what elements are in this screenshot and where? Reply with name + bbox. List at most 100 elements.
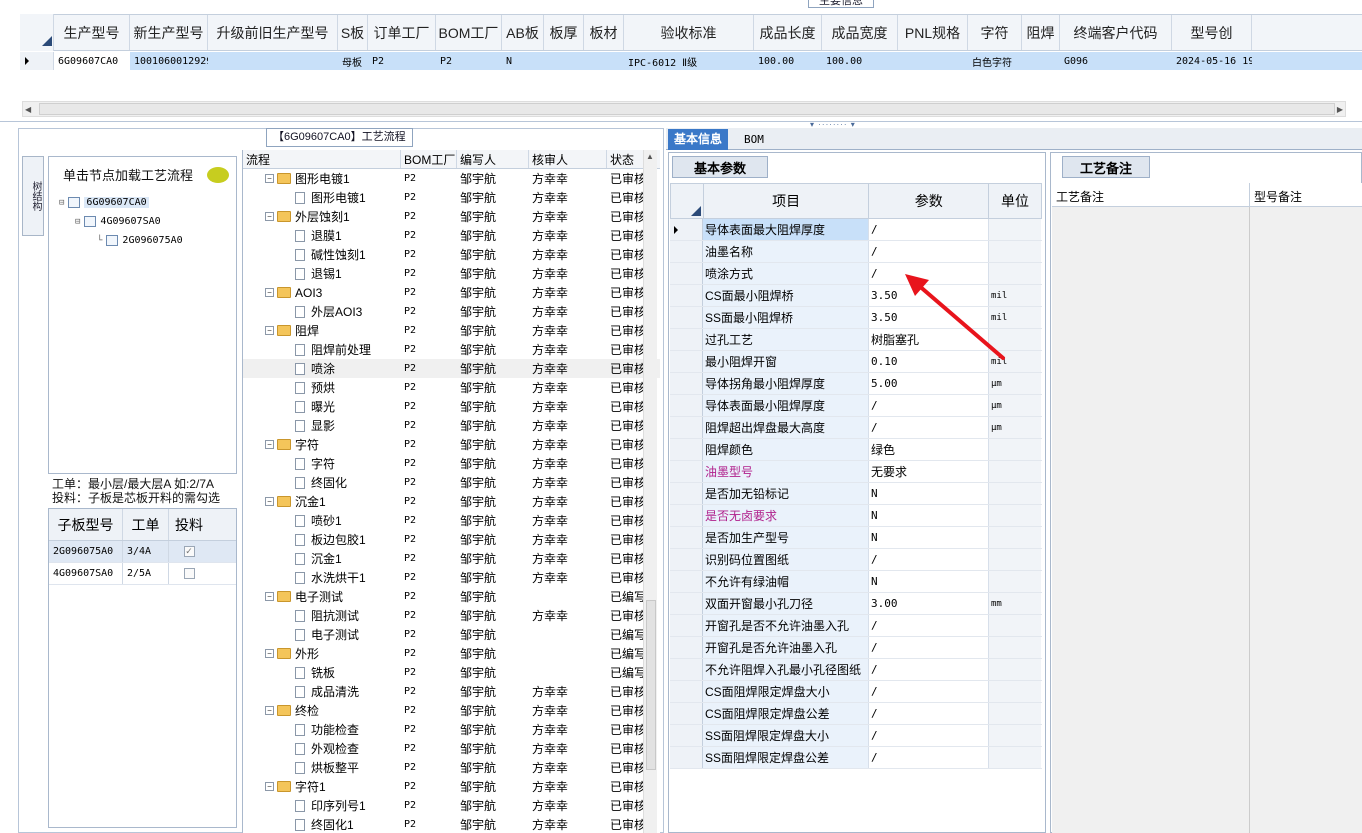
param-value[interactable]: / (869, 615, 989, 636)
top-cell[interactable]: 白色字符 (968, 52, 1022, 70)
flow-row[interactable]: 印序列号1 P2 邹宇航 方幸幸 已审核 (243, 796, 660, 815)
param-row[interactable]: SS面阻焊限定焊盘公差 / (670, 747, 1042, 769)
top-cell[interactable] (208, 52, 338, 70)
collapse-icon[interactable]: − (265, 326, 274, 335)
scroll-up-icon[interactable]: ▲ (646, 152, 654, 161)
flow-row[interactable]: 字符 P2 邹宇航 方幸幸 已审核 (243, 454, 660, 473)
param-value[interactable]: 无要求 (869, 461, 989, 482)
tab-bom[interactable]: BOM (738, 129, 770, 150)
collapse-icon[interactable]: − (265, 782, 274, 791)
param-value[interactable]: N (869, 571, 989, 592)
param-value[interactable]: 绿色 (869, 439, 989, 460)
param-row[interactable]: 识别码位置图纸 / (670, 549, 1042, 571)
param-value[interactable]: / (869, 681, 989, 702)
flow-row[interactable]: 预烘 P2 邹宇航 方幸幸 已审核 (243, 378, 660, 397)
flow-row[interactable]: − 沉金1 P2 邹宇航 方幸幸 已审核 (243, 492, 660, 511)
tab-basic-info[interactable]: 基本信息 (668, 129, 729, 150)
param-row[interactable]: 是否加无铅标记 N (670, 483, 1042, 505)
param-value[interactable]: / (869, 637, 989, 658)
column-header[interactable]: 单位 (989, 184, 1041, 218)
param-value[interactable]: N (869, 505, 989, 526)
top-cell[interactable]: P2 (368, 52, 436, 70)
collapse-icon[interactable]: − (265, 212, 274, 221)
flow-row[interactable]: − 外层蚀刻1 P2 邹宇航 方幸幸 已审核 (243, 207, 660, 226)
param-row[interactable]: 阻焊超出焊盘最大高度 / μm (670, 417, 1042, 439)
collapse-icon[interactable]: − (265, 497, 274, 506)
tab-process-notes[interactable]: 工艺备注 (1062, 156, 1150, 178)
collapse-icon[interactable]: − (265, 288, 274, 297)
tab-basic-params[interactable]: 基本参数 (672, 156, 768, 178)
flow-row[interactable]: 外层AOI3 P2 邹宇航 方幸幸 已审核 (243, 302, 660, 321)
flow-row[interactable]: 碱性蚀刻1 P2 邹宇航 方幸幸 已审核 (243, 245, 660, 264)
column-header[interactable]: 投料 (169, 509, 209, 540)
param-row[interactable]: 不允许有绿油帽 N (670, 571, 1042, 593)
top-cell[interactable]: 100.00 (822, 52, 898, 70)
column-header[interactable]: 验收标准 (624, 15, 754, 50)
column-header[interactable]: 阻焊 (1022, 15, 1060, 50)
flow-row[interactable]: − 电子测试 P2 邹宇航 已编写 (243, 587, 660, 606)
column-header[interactable]: 新生产型号 (130, 15, 208, 50)
column-header[interactable]: AB板 (502, 15, 544, 50)
tree-structure-tab[interactable]: 树结构 (22, 156, 44, 236)
flow-row[interactable]: 曝光 P2 邹宇航 方幸幸 已审核 (243, 397, 660, 416)
param-row[interactable]: 阻焊颜色 绿色 (670, 439, 1042, 461)
param-row[interactable]: 是否无卤要求 N (670, 505, 1042, 527)
flow-row[interactable]: − 阻焊 P2 邹宇航 方幸幸 已审核 (243, 321, 660, 340)
feed-checkbox[interactable]: ✓ (183, 546, 195, 557)
sub-row[interactable]: 2G096075A0 3/4A ✓ (49, 541, 236, 563)
param-row[interactable]: 开窗孔是否允许油墨入孔 / (670, 637, 1042, 659)
column-header[interactable]: 状态 (607, 150, 645, 168)
param-value[interactable]: N (869, 527, 989, 548)
vertical-scrollbar[interactable]: ▲ (643, 150, 657, 833)
param-value[interactable]: / (869, 395, 989, 416)
chat-bubble-icon[interactable] (207, 167, 229, 183)
top-grid-row[interactable]: 6G09607CA010010600129292母板P2P2NIPC-6012 … (54, 52, 1362, 70)
param-value[interactable]: / (869, 747, 989, 768)
param-row[interactable]: 油墨名称 / (670, 241, 1042, 263)
column-header[interactable]: 参数 (869, 184, 990, 218)
flow-row[interactable]: 终固化1 P2 邹宇航 方幸幸 已审核 (243, 815, 660, 833)
sub-row[interactable]: 4G09607SA0 2/5A (49, 563, 236, 585)
column-header[interactable]: 成品宽度 (822, 15, 898, 50)
column-header[interactable]: 订单工厂 (368, 15, 436, 50)
top-cell[interactable]: 2024-05-16 19:0 (1172, 52, 1252, 70)
param-row[interactable]: 导体拐角最小阻焊厚度 5.00 μm (670, 373, 1042, 395)
param-row[interactable]: CS面阻焊限定焊盘公差 / (670, 703, 1042, 725)
param-value[interactable]: / (869, 659, 989, 680)
top-cell[interactable]: 6G09607CA0 (54, 52, 130, 70)
column-header[interactable]: 编写人 (457, 150, 529, 168)
column-header[interactable]: 工单 (123, 509, 169, 540)
tree-node-leaf[interactable]: └ 2G096075A0 (97, 235, 183, 246)
process-note-field[interactable] (1052, 207, 1250, 833)
top-cell[interactable]: G096 (1060, 52, 1172, 70)
column-header[interactable]: S板 (338, 15, 368, 50)
collapse-icon[interactable]: − (265, 440, 274, 449)
param-row[interactable]: 油墨型号 无要求 (670, 461, 1042, 483)
tree-node-child[interactable]: ⊟ 4G09607SA0 (75, 216, 161, 227)
param-value[interactable]: / (869, 725, 989, 746)
flow-row[interactable]: − 终检 P2 邹宇航 方幸幸 已审核 (243, 701, 660, 720)
param-value[interactable]: / (869, 703, 989, 724)
param-value[interactable]: / (869, 219, 989, 240)
flow-row[interactable]: 功能检查 P2 邹宇航 方幸幸 已审核 (243, 720, 660, 739)
top-cell[interactable] (584, 52, 624, 70)
param-value[interactable]: N (869, 483, 989, 504)
column-header[interactable]: BOM工厂 (401, 150, 457, 168)
collapse-icon[interactable]: − (265, 174, 274, 183)
collapse-icon[interactable]: − (265, 592, 274, 601)
param-row[interactable]: 是否加生产型号 N (670, 527, 1042, 549)
param-value[interactable]: / (869, 241, 989, 262)
column-header[interactable]: 型号创 (1172, 15, 1252, 50)
column-header[interactable]: 板材 (584, 15, 624, 50)
tree-node-root[interactable]: ⊟ 6G09607CA0 (59, 197, 149, 208)
top-cell[interactable] (1022, 52, 1060, 70)
model-note-field[interactable] (1250, 207, 1362, 833)
top-cell[interactable]: 10010600129292 (130, 52, 208, 70)
flow-row[interactable]: 图形电镀1 P2 邹宇航 方幸幸 已审核 (243, 188, 660, 207)
column-header[interactable]: 升级前旧生产型号 (208, 15, 338, 50)
flow-row[interactable]: 沉金1 P2 邹宇航 方幸幸 已审核 (243, 549, 660, 568)
param-value[interactable]: / (869, 549, 989, 570)
column-header[interactable]: 终端客户代码 (1060, 15, 1172, 50)
column-header[interactable]: BOM工厂 (436, 15, 502, 50)
flow-row[interactable]: 喷涂 P2 邹宇航 方幸幸 已审核 (243, 359, 660, 378)
